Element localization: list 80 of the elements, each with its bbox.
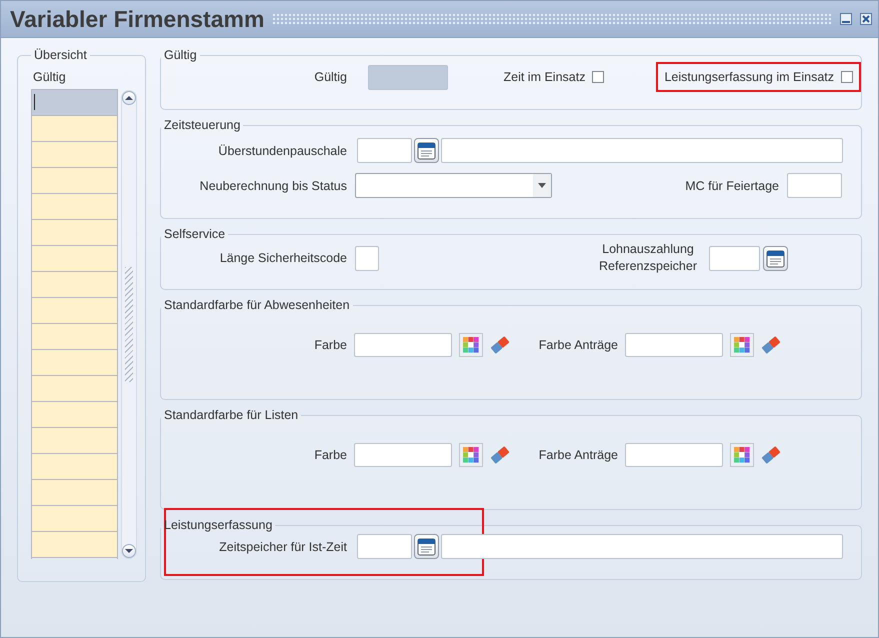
field-label: Lohnauszahlung Referenzspeicher: [598, 241, 698, 275]
section-title: Standardfarbe für Abwesenheiten: [163, 298, 351, 312]
text-input[interactable]: [357, 138, 412, 163]
list-row[interactable]: [32, 376, 117, 402]
window-title: Variabler Firmenstamm: [10, 6, 264, 32]
list-row[interactable]: [32, 116, 117, 142]
text-input[interactable]: [787, 173, 842, 198]
field-label: MC für Feiertage: [684, 178, 779, 192]
calendar-button[interactable]: [414, 138, 439, 163]
list-row[interactable]: [32, 428, 117, 454]
eraser-icon: [761, 336, 781, 354]
eraser-icon: [761, 446, 781, 464]
color-palette-button[interactable]: [730, 443, 754, 467]
scroll-up-button[interactable]: [122, 91, 136, 105]
text-input[interactable]: [355, 246, 379, 270]
eraser-icon: [490, 446, 510, 464]
list-row[interactable]: [32, 272, 117, 298]
calendar-button[interactable]: [763, 246, 788, 270]
text-input[interactable]: [441, 534, 843, 559]
field-label: Farbe Anträge: [538, 338, 618, 352]
list-row[interactable]: [32, 532, 117, 558]
panel-title: Übersicht: [33, 48, 88, 62]
list-row[interactable]: [32, 402, 117, 428]
list-row[interactable]: [32, 142, 117, 168]
color-palette-button[interactable]: [730, 333, 754, 357]
calendar-icon: [766, 248, 785, 268]
section-title: Gültig: [163, 48, 198, 62]
checkbox[interactable]: [841, 71, 853, 83]
palette-icon: [463, 337, 479, 353]
text-input[interactable]: [709, 246, 760, 270]
field-label: Überstundenpauschale: [217, 144, 347, 158]
field-label: Farbe Anträge: [538, 448, 618, 462]
checkbox[interactable]: [592, 71, 604, 83]
color-input[interactable]: [625, 333, 723, 357]
color-palette-button[interactable]: [459, 443, 483, 467]
section-title: Selfservice: [163, 227, 226, 241]
down-arrow-icon: [125, 548, 133, 554]
column-header: Gültig: [33, 70, 67, 84]
list-row[interactable]: [32, 454, 117, 480]
checkbox-label: Leistungserfassung im Einsatz: [664, 70, 834, 84]
palette-icon: [734, 337, 750, 353]
text-input[interactable]: [441, 138, 843, 163]
text-cursor: [34, 94, 35, 110]
field-label: Farbe: [313, 338, 347, 352]
calendar-icon: [417, 141, 436, 160]
up-arrow-icon: [125, 95, 133, 101]
dropdown-arrow-icon: [538, 183, 546, 188]
color-palette-button[interactable]: [459, 333, 483, 357]
list-row[interactable]: [32, 480, 117, 506]
section-title: Standardfarbe für Listen: [163, 408, 300, 422]
list-row[interactable]: [32, 246, 117, 272]
minimize-button[interactable]: [840, 13, 852, 25]
close-button[interactable]: [860, 13, 872, 25]
color-input[interactable]: [625, 443, 723, 467]
text-input[interactable]: [357, 534, 412, 559]
field-label: Neuberechnung bis Status: [198, 178, 347, 192]
list-row[interactable]: [32, 168, 117, 194]
field-label: Zeitspeicher für Ist-Zeit: [218, 540, 347, 554]
field-label: Länge Sicherheitscode: [218, 251, 347, 265]
calendar-icon: [417, 537, 436, 556]
list-row[interactable]: [32, 298, 117, 324]
color-input[interactable]: [354, 443, 452, 467]
palette-icon: [734, 447, 750, 463]
field-label: Farbe: [313, 448, 347, 462]
checkbox-label: Zeit im Einsatz: [504, 70, 586, 84]
list-row[interactable]: [32, 220, 117, 246]
close-icon: [862, 15, 870, 23]
list-row[interactable]: [32, 350, 117, 376]
palette-icon: [463, 447, 479, 463]
list-row[interactable]: [32, 324, 117, 350]
status-dropdown[interactable]: [355, 173, 552, 198]
section-title: Zeitsteuerung: [163, 118, 242, 132]
color-input[interactable]: [354, 333, 452, 357]
scroll-down-button[interactable]: [122, 544, 136, 558]
list-row[interactable]: [32, 506, 117, 532]
calendar-button[interactable]: [414, 534, 439, 559]
field-label: Gültig: [313, 70, 347, 84]
list-row[interactable]: [32, 90, 117, 116]
eraser-icon: [490, 336, 510, 354]
list-row[interactable]: [32, 194, 117, 220]
